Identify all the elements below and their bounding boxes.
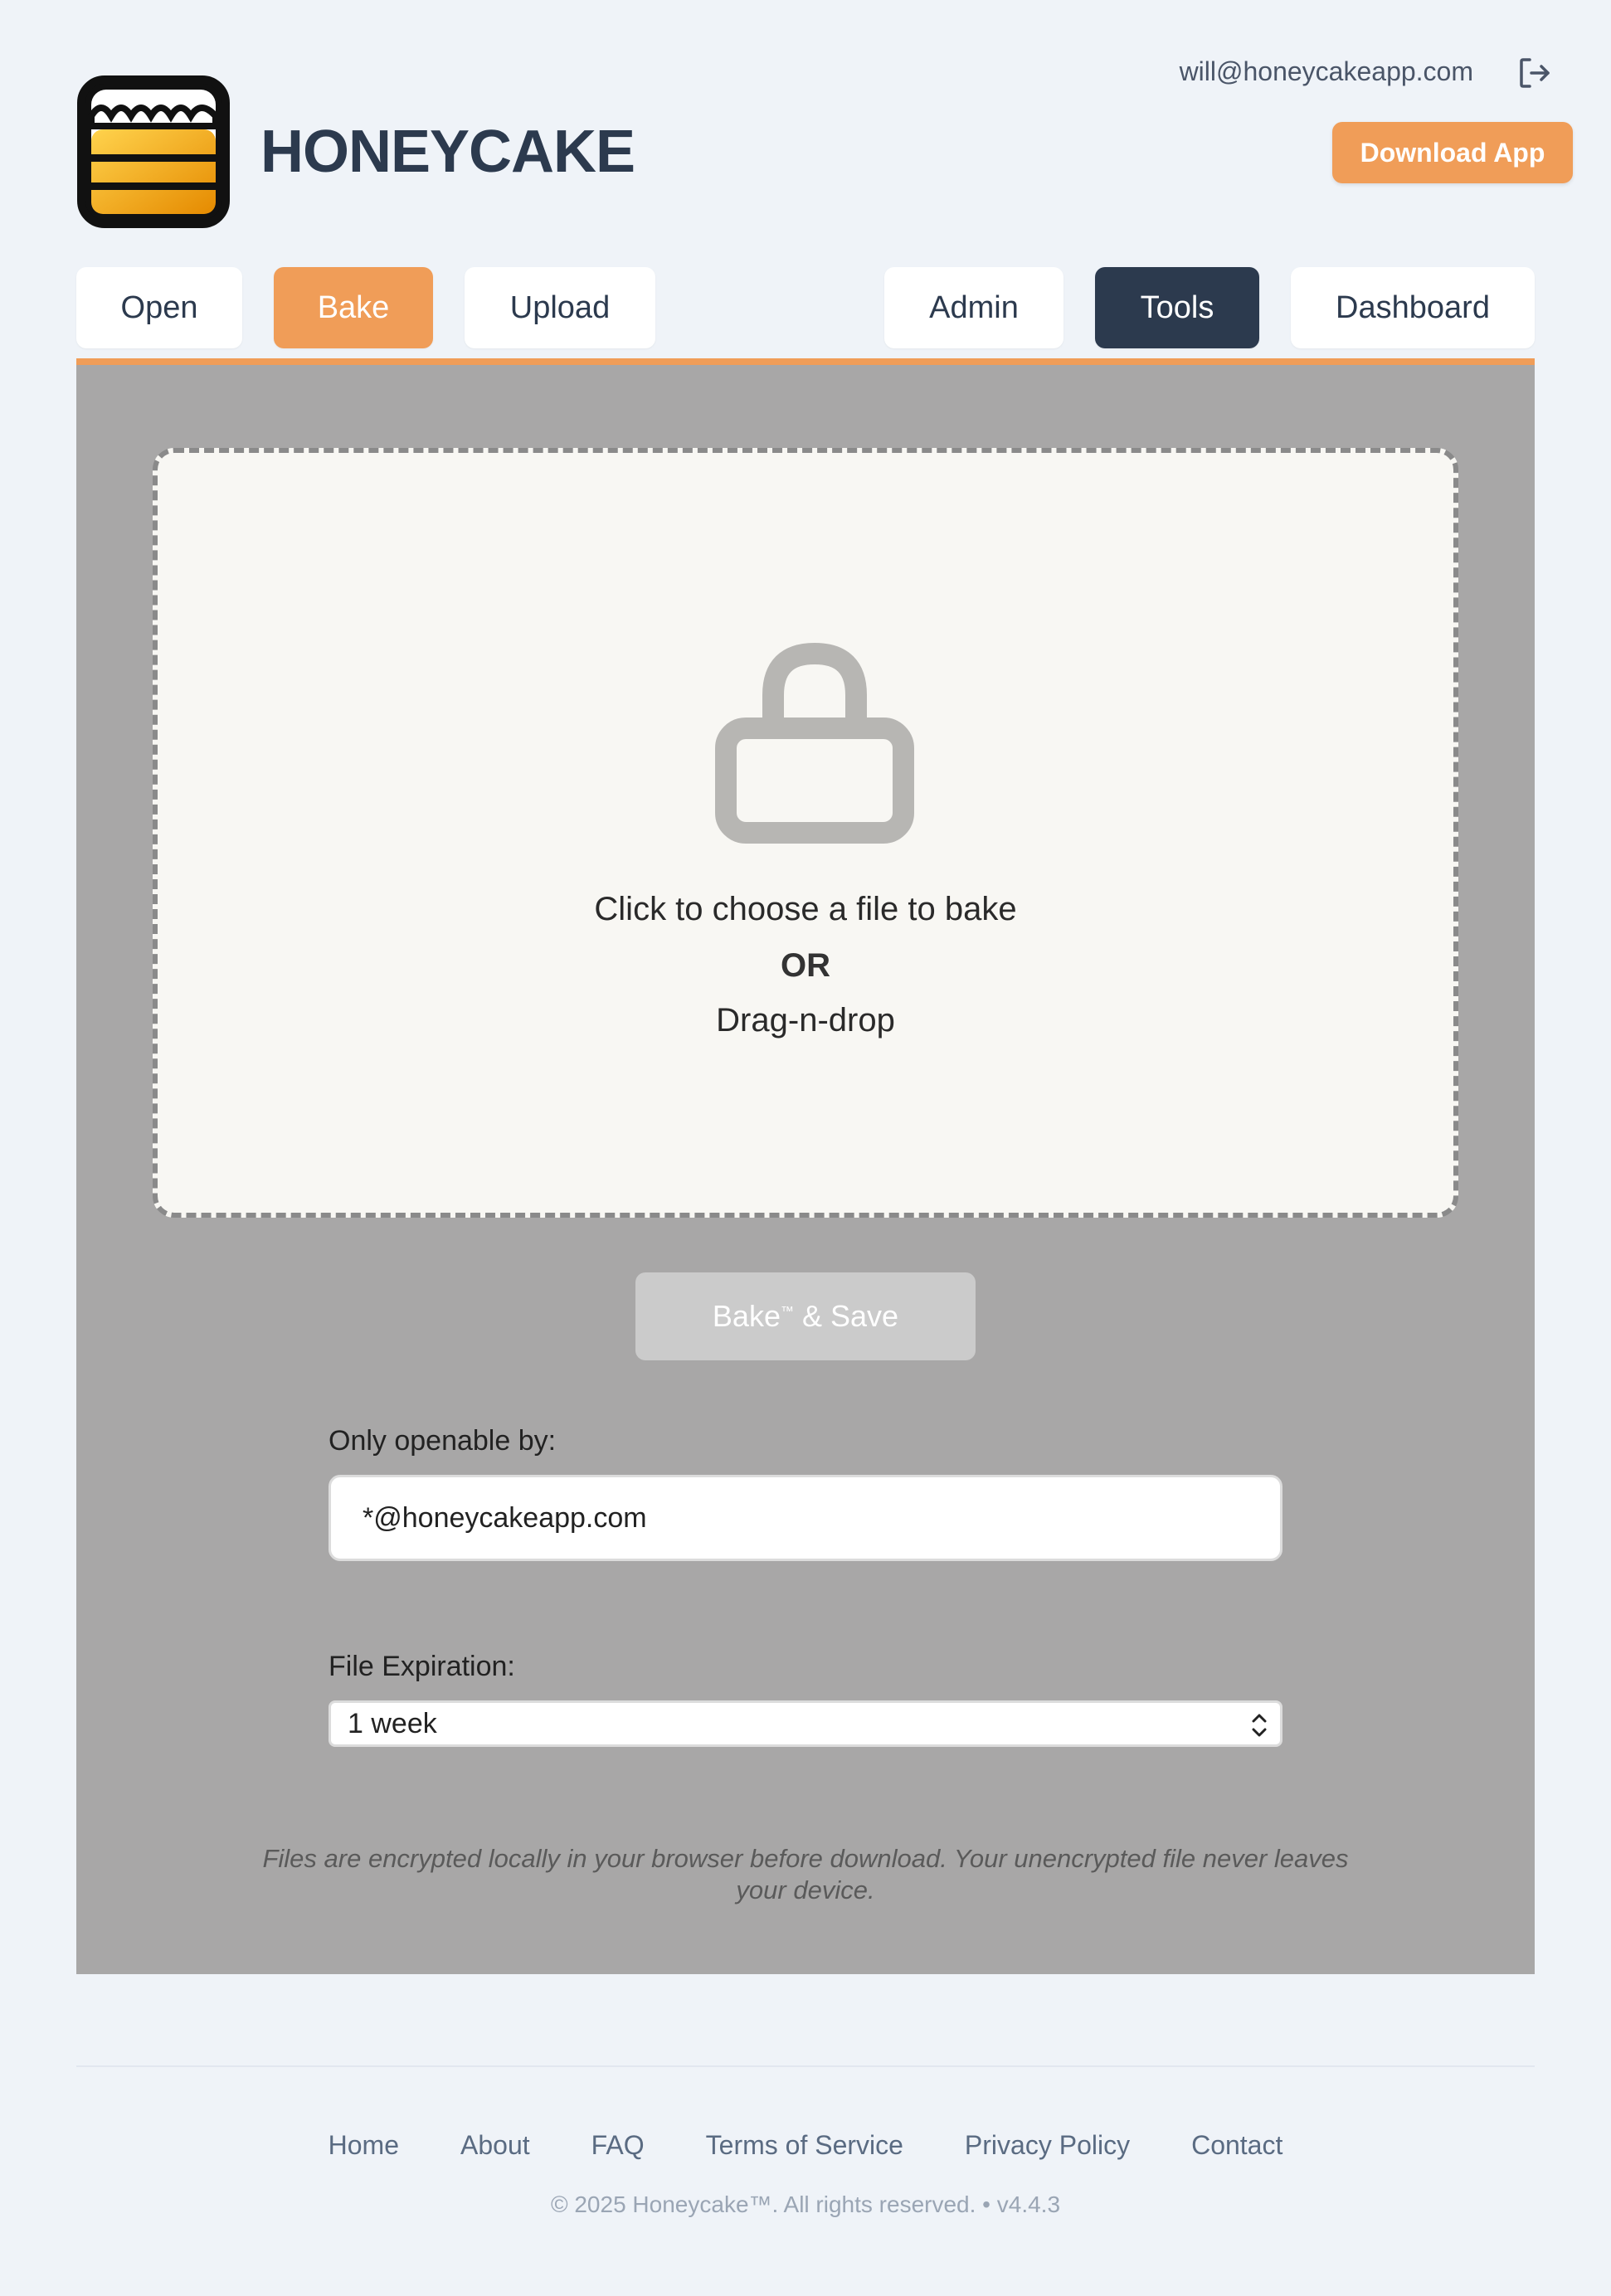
tab-bake[interactable]: Bake — [274, 267, 433, 348]
dropzone-drag-text: Drag-n-drop — [716, 1002, 895, 1039]
footer-link-about[interactable]: About — [460, 2130, 530, 2161]
openable-by-label: Only openable by: — [329, 1425, 557, 1457]
footer-link-contact[interactable]: Contact — [1191, 2130, 1282, 2161]
file-expiration-value: 1 week — [348, 1708, 437, 1739]
tab-dashboard[interactable]: Dashboard — [1291, 267, 1535, 348]
file-expiration-select[interactable]: 1 week — [329, 1700, 1282, 1747]
honeycake-logo-icon — [77, 75, 230, 228]
footer-links: Home About FAQ Terms of Service Privacy … — [0, 2130, 1611, 2161]
bake-panel: Click to choose a file to bake OR Drag-n… — [76, 358, 1535, 1974]
user-email: will@honeycakeapp.com — [1179, 56, 1473, 86]
footer-link-terms[interactable]: Terms of Service — [706, 2130, 903, 2161]
file-dropzone[interactable]: Click to choose a file to bake OR Drag-n… — [153, 448, 1458, 1218]
bake-save-label-main: Bake — [712, 1299, 781, 1333]
copyright-text: © 2025 Honeycake™. All rights reserved. … — [550, 2191, 1061, 2217]
openable-by-input[interactable] — [329, 1475, 1282, 1561]
page: HONEYCAKE will@honeycakeapp.com Download… — [0, 0, 1611, 2296]
select-updown-icon — [1252, 1714, 1267, 1737]
bake-save-label-suffix: & Save — [793, 1299, 899, 1333]
footer-link-home[interactable]: Home — [329, 2130, 399, 2161]
dropzone-or-text: OR — [781, 947, 830, 984]
download-app-button[interactable]: Download App — [1332, 122, 1573, 183]
tab-upload[interactable]: Upload — [465, 267, 655, 348]
dropzone-choose-text: Click to choose a file to bake — [594, 891, 1017, 927]
lock-icon — [715, 642, 914, 844]
bake-and-save-button[interactable]: Bake™ & Save — [635, 1272, 976, 1360]
tab-tools[interactable]: Tools — [1095, 267, 1259, 348]
tab-admin[interactable]: Admin — [884, 267, 1063, 348]
file-expiration-label: File Expiration: — [329, 1651, 515, 1682]
brand-name: HONEYCAKE — [260, 119, 635, 185]
brand-logo[interactable]: HONEYCAKE — [76, 75, 635, 229]
footer-link-privacy[interactable]: Privacy Policy — [965, 2130, 1130, 2161]
footer-divider — [76, 2065, 1535, 2067]
encryption-disclaimer: Files are encrypted locally in your brow… — [262, 1844, 1349, 1904]
trademark-mark: ™ — [780, 1305, 794, 1319]
footer-link-faq[interactable]: FAQ — [591, 2130, 645, 2161]
logout-icon[interactable] — [1515, 53, 1555, 93]
tab-open[interactable]: Open — [76, 267, 242, 348]
